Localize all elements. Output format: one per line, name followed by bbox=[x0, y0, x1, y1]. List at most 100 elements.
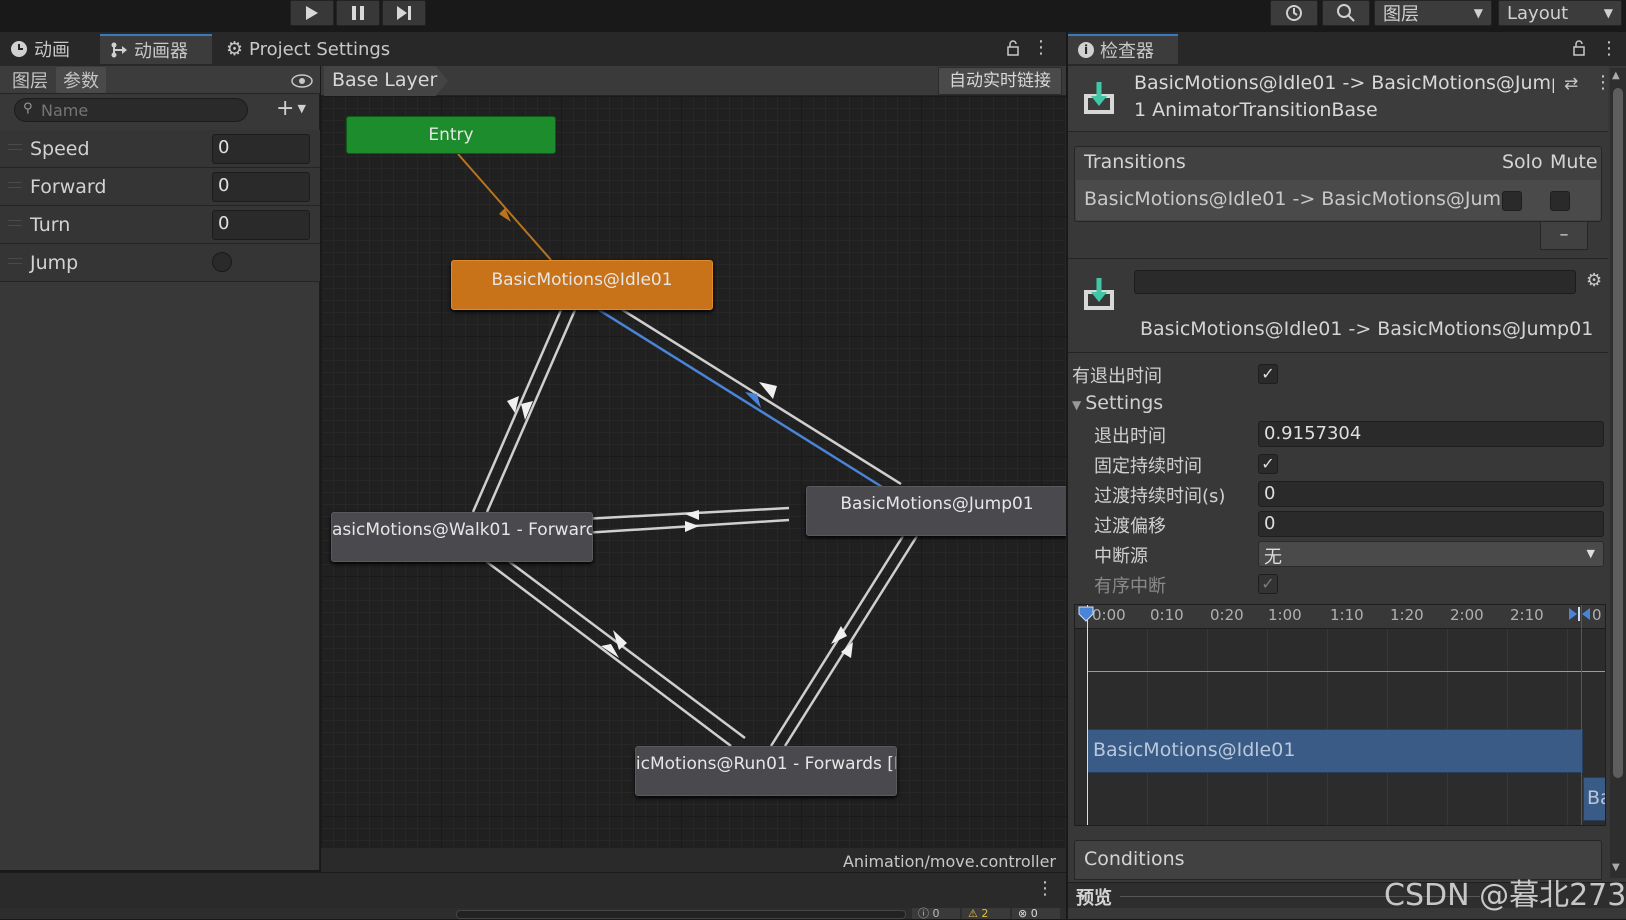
parameter-row-forward[interactable]: Forward 0 bbox=[0, 168, 320, 206]
state-graph[interactable]: Entry BasicMotions@Idle01 asicMotions@Wa… bbox=[321, 96, 1066, 848]
play-icon bbox=[306, 6, 318, 20]
tab-layers[interactable]: 图层 bbox=[6, 67, 54, 93]
warning-count[interactable]: ⚠ 2 bbox=[962, 908, 1010, 919]
state-entry[interactable]: Entry bbox=[346, 116, 556, 154]
scrollbar-thumb[interactable] bbox=[1613, 88, 1623, 778]
parameter-row-turn[interactable]: Turn 0 bbox=[0, 206, 320, 244]
transition-offset-field[interactable]: 0 bbox=[1258, 511, 1604, 537]
lock-icon[interactable] bbox=[1006, 40, 1020, 56]
timeline[interactable]: BasicMotions@Idle01 Ba bbox=[1074, 604, 1606, 826]
state-run[interactable]: BasicMotions@Run01 - Forwards [RM] bbox=[635, 746, 897, 796]
step-icon bbox=[397, 6, 411, 20]
auto-live-link-button[interactable]: 自动实时链接 bbox=[938, 67, 1062, 95]
parameter-value-field[interactable]: 0 bbox=[212, 210, 310, 240]
transition-walk-idle[interactable] bbox=[485, 309, 577, 513]
preview-label: 预览 bbox=[1076, 888, 1112, 909]
pause-button[interactable] bbox=[336, 0, 380, 26]
transition-jump-run[interactable] bbox=[783, 535, 919, 747]
fixed-duration-checkbox[interactable]: ✓ bbox=[1258, 454, 1278, 474]
timeline-tick: 0:20 bbox=[1210, 606, 1244, 624]
search-button[interactable] bbox=[1322, 0, 1370, 26]
drag-handle-icon[interactable] bbox=[8, 220, 22, 226]
timeline-tick: 2:10 bbox=[1510, 606, 1544, 624]
transition-arrow-icon bbox=[685, 510, 699, 520]
more-options-icon[interactable]: ⋮ bbox=[1036, 878, 1054, 899]
error-count[interactable]: ⊗ 0 bbox=[1012, 908, 1060, 919]
tab-project-settings[interactable]: ⚙ Project Settings bbox=[216, 34, 406, 64]
state-jump[interactable]: BasicMotions@Jump01 bbox=[806, 486, 1066, 536]
state-walk[interactable]: asicMotions@Walk01 - Forwards [RM] bbox=[331, 512, 593, 562]
transition-jump-walk[interactable] bbox=[582, 506, 790, 521]
add-parameter-button[interactable]: + ▼ bbox=[276, 96, 316, 122]
preset-icon[interactable]: ⇄ bbox=[1564, 74, 1578, 94]
tab-animator-label: 动画器 bbox=[134, 41, 188, 62]
layout-dropdown[interactable]: Layout ▼ bbox=[1498, 0, 1622, 26]
clock-icon bbox=[11, 41, 27, 57]
transition-icon bbox=[1082, 276, 1116, 312]
more-options-icon[interactable]: ⋮ bbox=[1600, 38, 1618, 59]
state-walk-label: asicMotions@Walk01 - Forwards [RM] bbox=[332, 520, 592, 540]
timeline-curve-line bbox=[1087, 671, 1605, 672]
playhead-marker-icon[interactable] bbox=[1078, 606, 1094, 622]
tab-parameters[interactable]: 参数 bbox=[56, 67, 106, 93]
transition-range-marker-icon[interactable] bbox=[1568, 606, 1592, 622]
chevron-down-icon: ▼ bbox=[297, 102, 306, 115]
search-icon bbox=[1337, 4, 1355, 22]
watermark: CSDN @暮北273 bbox=[1384, 878, 1626, 913]
clip-idle-label: BasicMotions@Idle01 bbox=[1093, 739, 1296, 761]
lock-icon[interactable] bbox=[1572, 40, 1586, 56]
remove-transition-button[interactable]: – bbox=[1540, 222, 1588, 250]
tab-animator[interactable]: 动画器 bbox=[100, 34, 212, 64]
more-options-icon[interactable]: ⋮ bbox=[1032, 38, 1050, 58]
param-search-field[interactable]: ⚲ bbox=[14, 98, 248, 122]
param-search-input[interactable] bbox=[41, 100, 241, 120]
chevron-down-icon: ▼ bbox=[1586, 547, 1595, 560]
state-idle[interactable]: BasicMotions@Idle01 bbox=[451, 260, 713, 310]
transition-idle-walk[interactable] bbox=[471, 309, 563, 513]
tab-animation[interactable]: 动画 bbox=[0, 34, 96, 64]
gear-icon[interactable]: ⚙ bbox=[1586, 270, 1602, 291]
exit-time-field[interactable]: 0.9157304 bbox=[1258, 421, 1604, 447]
info-count[interactable]: ⓘ 0 bbox=[912, 908, 960, 919]
tab-inspector[interactable]: i 检查器 bbox=[1068, 34, 1178, 64]
mute-checkbox[interactable] bbox=[1550, 191, 1570, 211]
interruption-source-dropdown[interactable]: 无 ▼ bbox=[1258, 541, 1604, 568]
step-button[interactable] bbox=[382, 0, 426, 26]
play-button[interactable] bbox=[290, 0, 334, 26]
parameter-value-field[interactable]: 0 bbox=[212, 172, 310, 202]
transition-walk-run[interactable] bbox=[478, 555, 732, 747]
parameter-value-field[interactable]: 0 bbox=[212, 134, 310, 164]
console-strip bbox=[0, 872, 1066, 908]
has-exit-time-checkbox[interactable]: ✓ bbox=[1258, 364, 1278, 384]
parameter-row-speed[interactable]: Speed 0 bbox=[0, 130, 320, 168]
playhead-line bbox=[1087, 605, 1088, 825]
eye-icon[interactable] bbox=[290, 72, 314, 88]
info-count-value: 0 bbox=[932, 907, 940, 920]
transition-duration-field[interactable]: 0 bbox=[1258, 481, 1604, 507]
fixed-duration-label: 固定持续时间 bbox=[1094, 456, 1202, 477]
solo-checkbox[interactable] bbox=[1502, 191, 1522, 211]
timeline-tick: 1:00 bbox=[1268, 606, 1302, 624]
drag-handle-icon[interactable] bbox=[8, 182, 22, 188]
state-jump-label: BasicMotions@Jump01 bbox=[840, 494, 1034, 514]
drag-handle-icon[interactable] bbox=[8, 144, 22, 150]
transition-lines bbox=[457, 153, 919, 747]
solo-label: Solo bbox=[1502, 151, 1543, 173]
gear-icon: ⚙ bbox=[226, 38, 244, 60]
settings-foldout[interactable]: ▼ Settings bbox=[1072, 392, 1163, 414]
layers-dropdown[interactable]: 图层 ▼ bbox=[1374, 0, 1492, 26]
scroll-up-icon[interactable]: ▲ bbox=[1612, 70, 1620, 81]
transition-title: BasicMotions@Idle01 -> BasicMotions@Jump… bbox=[1140, 318, 1594, 340]
trigger-radio[interactable] bbox=[212, 252, 232, 272]
transition-idle-jump[interactable] bbox=[598, 308, 888, 492]
history-button[interactable] bbox=[1270, 0, 1318, 26]
settings-label: Settings bbox=[1085, 392, 1164, 414]
transition-name-field[interactable] bbox=[1134, 270, 1576, 294]
entry-transition[interactable] bbox=[457, 153, 552, 261]
parameter-row-jump[interactable]: Jump bbox=[0, 244, 320, 282]
console-input[interactable] bbox=[456, 910, 906, 919]
timeline-tick: 2:00 bbox=[1450, 606, 1484, 624]
tab-project-settings-label: Project Settings bbox=[249, 38, 391, 60]
drag-handle-icon[interactable] bbox=[8, 258, 22, 264]
timeline-tick: 0:10 bbox=[1150, 606, 1184, 624]
